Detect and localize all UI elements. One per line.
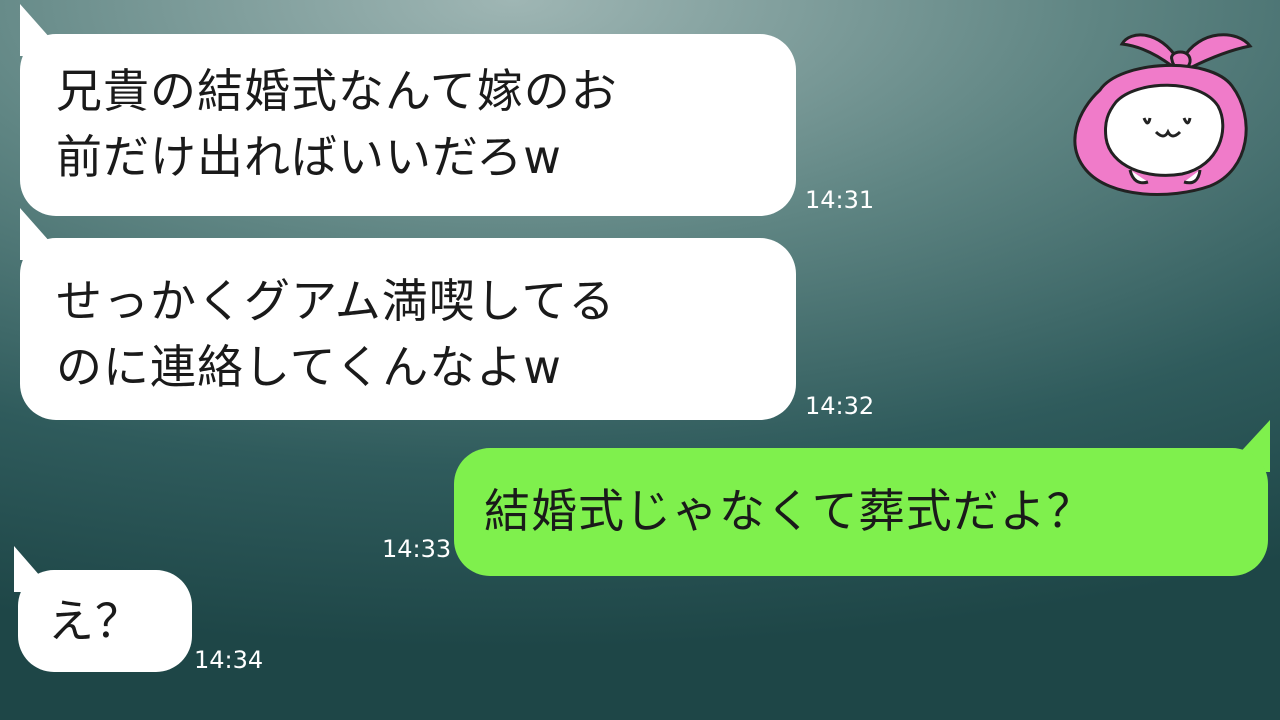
- message-2-timestamp: 14:32: [805, 392, 875, 420]
- message-bubble-2[interactable]: せっかくグアム満喫してる のに連絡してくんなよw: [20, 238, 796, 420]
- message-4-text: え？: [48, 594, 142, 648]
- message-4-timestamp: 14:34: [194, 646, 264, 674]
- message-bubble-3[interactable]: 結婚式じゃなくて葬式だよ？: [454, 448, 1268, 576]
- message-1-text: 兄貴の結婚式なんて嫁のお 前だけ出ればいいだろw: [56, 64, 618, 184]
- message-bubble-4[interactable]: え？: [18, 570, 192, 672]
- chat-window: 兄貴の結婚式なんて嫁のお 前だけ出ればいいだろw 14:31 せっかくグアム満喫…: [0, 0, 1280, 720]
- message-1-timestamp: 14:31: [805, 186, 875, 214]
- message-3-timestamp: 14:33: [382, 535, 452, 563]
- message-2-text: せっかくグアム満喫してる のに連絡してくんなよw: [56, 274, 616, 394]
- message-bubble-1[interactable]: 兄貴の結婚式なんて嫁のお 前だけ出ればいいだろw: [20, 34, 796, 216]
- pink-bundle-mascot-icon: [1073, 33, 1253, 196]
- message-3-text: 結婚式じゃなくて葬式だよ？: [484, 484, 1094, 538]
